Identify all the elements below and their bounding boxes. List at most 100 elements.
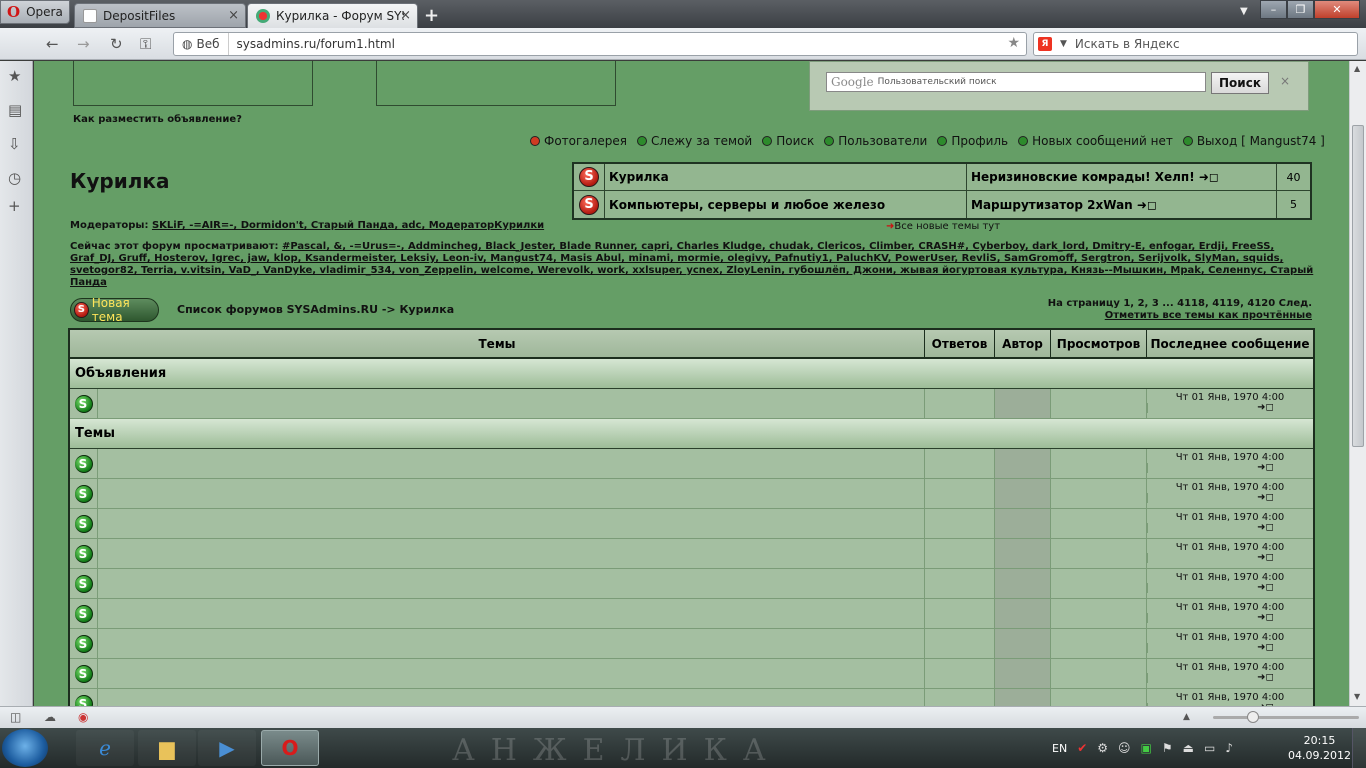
zoom-slider-knob[interactable] [1247, 711, 1259, 723]
go-to-post-icon[interactable]: ➜◻ [1147, 643, 1313, 653]
tab-menu-icon[interactable]: ▼ [1240, 6, 1248, 17]
close-window-icon[interactable]: ✕ [1314, 0, 1360, 19]
opera-menu-button[interactable]: O Opera [0, 0, 70, 24]
nav-search[interactable]: Поиск [762, 134, 814, 148]
key-icon[interactable]: ⚿ [140, 35, 151, 53]
network-sharing-icon[interactable]: ⚙ [1097, 741, 1108, 755]
downloads-icon[interactable]: ⇩ [8, 135, 21, 153]
scrollbar-thumb[interactable] [1352, 125, 1364, 447]
address-field[interactable]: ◍ Веб sysadmins.ru/forum1.html ★ [173, 32, 1027, 56]
clear-search-icon[interactable]: × [1280, 74, 1290, 88]
tab-depositfiles[interactable]: DepositFiles × [74, 3, 246, 28]
history-clock-icon[interactable]: ◷ [8, 169, 21, 187]
author-cell[interactable] [994, 659, 1050, 688]
table-row[interactable]: S Чт 01 Янв, 1970 4:00➜◻ [70, 569, 1313, 599]
author-cell[interactable] [994, 389, 1050, 418]
page-links[interactable]: На страницу 1, 2, 3 ... 4118, 4119, 4120… [1048, 298, 1312, 310]
subforum-link[interactable]: Курилка [604, 164, 966, 190]
nav-photogallery[interactable]: Фотогалерея [530, 134, 627, 148]
scroll-down-icon[interactable]: ▼ [1354, 692, 1360, 701]
author-cell[interactable] [994, 539, 1050, 568]
close-tab-icon[interactable]: × [228, 8, 239, 23]
yandex-search-field[interactable]: Я ▼ Искать в Яндекс [1033, 32, 1358, 56]
nav-watched-topics[interactable]: Слежу за темой [636, 134, 752, 148]
google-search-input[interactable]: Google Пользовательский поиск [826, 72, 1206, 92]
table-row[interactable]: S Чт 01 Янв, 1970 4:00➜◻ [70, 629, 1313, 659]
nav-profile[interactable]: Профиль [937, 134, 1008, 148]
remove-device-icon[interactable]: ⏏ [1183, 741, 1194, 755]
clock[interactable]: 20:15 04.09.2012 [1288, 733, 1351, 763]
vertical-scrollbar[interactable]: ▲ ▼ [1349, 61, 1366, 706]
mark-all-read-link[interactable]: Отметить все темы как прочтённые [1105, 310, 1312, 321]
opera-unite-cloud-icon[interactable]: ☁ [44, 710, 56, 724]
google-search-button[interactable]: Поиск [1211, 72, 1269, 94]
table-row[interactable]: S Чт 01 Янв, 1970 4:00➜◻ [70, 479, 1313, 509]
network-icon[interactable]: ▭ [1204, 741, 1215, 755]
topic-title-cell[interactable] [97, 509, 924, 538]
go-to-post-icon[interactable]: ➜◻ [1147, 553, 1313, 563]
subforum-last-topic[interactable]: Неризиновские комрады! Хелп! ➜◻ [966, 164, 1276, 190]
topic-title-cell[interactable] [97, 479, 924, 508]
tray-app-icon[interactable]: ▣ [1141, 741, 1152, 755]
moderators-list[interactable]: SKLiF, -=AIR=-, Dormidon't, Старый Панда… [152, 220, 544, 231]
show-desktop-button[interactable] [1352, 728, 1366, 768]
zoom-slider[interactable] [1213, 711, 1359, 723]
author-cell[interactable] [994, 509, 1050, 538]
internet-explorer-icon[interactable]: ℯ [76, 730, 134, 766]
minimize-icon[interactable]: – [1260, 0, 1287, 19]
topic-title-cell[interactable] [97, 689, 924, 706]
language-indicator[interactable]: EN [1052, 742, 1067, 755]
chat-icon[interactable]: ☺ [1118, 741, 1131, 755]
author-cell[interactable] [994, 629, 1050, 658]
topic-title-cell[interactable] [97, 389, 924, 418]
new-topic-button[interactable]: S Новая тема [70, 296, 159, 324]
topic-title-cell[interactable] [97, 449, 924, 478]
add-panel-icon[interactable]: + [8, 197, 21, 215]
reload-icon[interactable]: ↻ [110, 35, 123, 53]
topic-title-cell[interactable] [97, 539, 924, 568]
notes-icon[interactable]: ▤ [8, 101, 22, 119]
media-player-icon[interactable]: ▶ [198, 730, 256, 766]
topic-title-cell[interactable] [97, 599, 924, 628]
opera-taskbar-icon[interactable]: O [261, 730, 319, 766]
table-row[interactable]: S Чт 01 Янв, 1970 4:00➜◻ [70, 449, 1313, 479]
panel-toggle-icon[interactable]: ◫ [10, 710, 21, 724]
topic-title-cell[interactable] [97, 629, 924, 658]
author-cell[interactable] [994, 689, 1050, 706]
volume-icon[interactable]: ♪ [1225, 741, 1233, 755]
dropdown-icon[interactable]: ▼ [1060, 39, 1067, 49]
how-to-advertise-link[interactable]: Как разместить объявление? [73, 114, 242, 125]
go-to-post-icon[interactable]: ➜◻ [1147, 463, 1313, 473]
action-center-flag-icon[interactable]: ⚑ [1162, 741, 1173, 755]
new-tab-icon[interactable]: + [424, 5, 439, 26]
all-new-topics-link[interactable]: ➜Все новые темы тут [886, 221, 1000, 232]
go-to-post-icon[interactable]: ➜◻ [1147, 673, 1313, 683]
topic-title-cell[interactable] [97, 569, 924, 598]
antivirus-icon[interactable]: ✔ [1077, 741, 1087, 755]
go-to-post-icon[interactable]: ➜◻ [1147, 403, 1313, 413]
author-cell[interactable] [994, 449, 1050, 478]
topic-title-cell[interactable] [97, 659, 924, 688]
explorer-folder-icon[interactable]: ▆ [138, 730, 196, 766]
table-row[interactable]: S Чт 01 Янв, 1970 4:00➜◻ [70, 509, 1313, 539]
tab-kurilka[interactable]: Курилка - Форум SYS... × [247, 3, 418, 28]
table-row[interactable]: S Чт 01 Янв, 1970 4:00➜◻ [70, 599, 1313, 629]
nav-new-messages[interactable]: Новых сообщений нет [1018, 134, 1173, 148]
ad-banner-right[interactable] [376, 61, 616, 106]
go-to-post-icon[interactable]: ➜◻ [1147, 523, 1313, 533]
author-cell[interactable] [994, 479, 1050, 508]
table-row[interactable]: S Чт 01 Янв, 1970 4:00➜◻ [70, 539, 1313, 569]
web-badge[interactable]: ◍ Веб [174, 33, 229, 55]
forward-icon[interactable]: → [77, 35, 90, 53]
author-cell[interactable] [994, 569, 1050, 598]
maximize-icon[interactable]: ❐ [1287, 0, 1314, 19]
ad-banner-left[interactable] [73, 61, 313, 106]
table-row[interactable]: S Чт 01 Янв, 1970 4:00➜◻ [70, 689, 1313, 706]
go-to-post-icon[interactable]: ➜◻ [1147, 583, 1313, 593]
table-row[interactable]: S Чт 01 Янв, 1970 4:00➜◻ [70, 659, 1313, 689]
start-button[interactable] [2, 729, 48, 767]
scroll-up-icon[interactable]: ▲ [1354, 64, 1360, 73]
go-to-post-icon[interactable]: ➜◻ [1147, 493, 1313, 503]
bookmark-star-icon[interactable]: ★ [1007, 35, 1020, 51]
author-cell[interactable] [994, 599, 1050, 628]
